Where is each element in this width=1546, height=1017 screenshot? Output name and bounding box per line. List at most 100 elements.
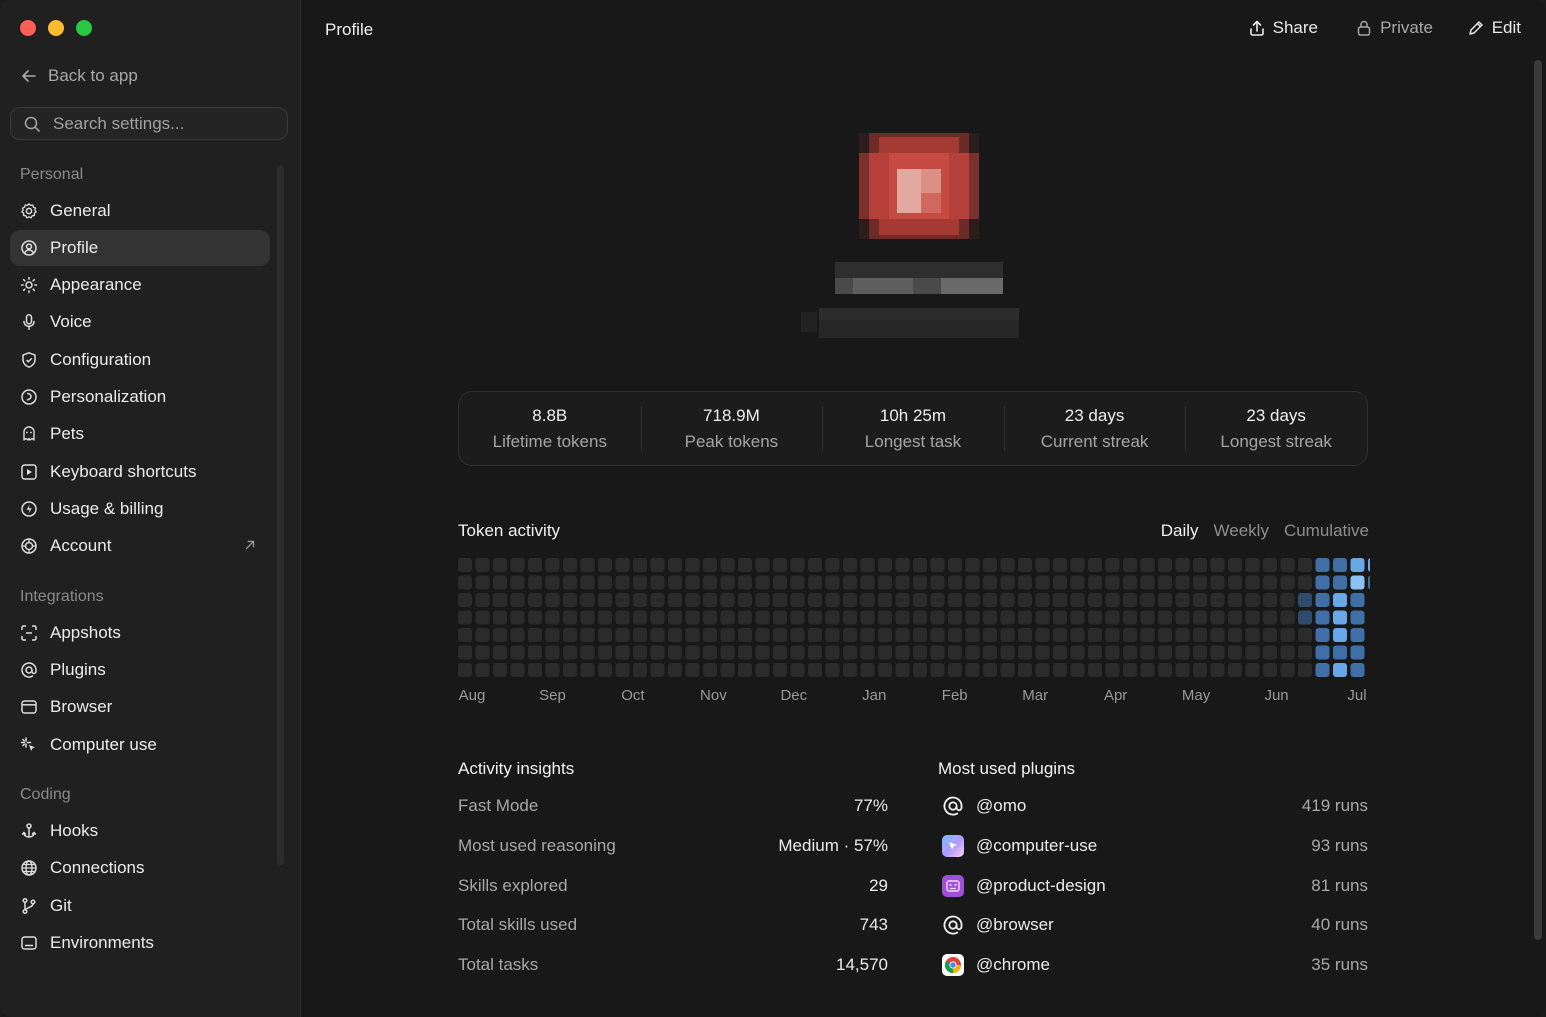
heatmap-cell [475, 593, 490, 607]
month-label: Aug [458, 687, 486, 704]
tab-cumulative[interactable]: Cumulative [1284, 521, 1369, 541]
sidebar-item-label: Configuration [50, 350, 152, 369]
heatmap-cell [598, 558, 612, 572]
heatmap-cell [1158, 628, 1172, 642]
search-input[interactable] [51, 112, 275, 135]
heatmap-cell [1070, 558, 1085, 572]
share-button[interactable]: Share [1248, 18, 1318, 38]
sidebar-item-connections[interactable]: Connections [10, 850, 270, 886]
keyboard-icon [21, 464, 37, 480]
stat-longest-streak: 23 days Longest streak [1185, 392, 1367, 465]
sidebar-item-label: Appshots [50, 623, 121, 642]
back-to-app-label: Back to app [48, 66, 138, 85]
close-window-button[interactable] [20, 20, 36, 36]
sidebar-item-personalization[interactable]: Personalization [10, 379, 270, 415]
token-activity-tabs: Daily Weekly Cumulative [1161, 521, 1369, 541]
heatmap-cell [1105, 663, 1120, 677]
sidebar-item-profile[interactable]: Profile [10, 230, 270, 266]
month-label: Jan [862, 687, 887, 704]
edit-button[interactable]: Edit [1467, 18, 1521, 38]
heatmap-cell [580, 558, 595, 572]
heatmap-cell [1210, 628, 1225, 642]
settings-search[interactable] [10, 107, 288, 140]
heatmap-cell [528, 575, 542, 590]
plugin-row-computer-use[interactable]: @computer-use 93 runs [942, 835, 1368, 857]
heatmap-cell [720, 645, 735, 660]
heatmap-cell [1333, 575, 1347, 590]
main-scrollbar[interactable] [1534, 60, 1542, 940]
heatmap-cell [1263, 558, 1277, 572]
sidebar-item-pets[interactable]: Pets [10, 416, 270, 452]
insight-row-reasoning: Most used reasoning Medium · 57% [458, 835, 888, 857]
heatmap-cell [738, 663, 752, 677]
sidebar-item-account[interactable]: Account [10, 528, 270, 564]
sidebar-item-voice[interactable]: Voice [10, 304, 270, 340]
sidebar-item-plugins[interactable]: Plugins [10, 652, 270, 688]
sidebar-scrollbar[interactable] [277, 165, 284, 865]
sidebar-item-usage-billing[interactable]: Usage & billing [10, 491, 270, 527]
heatmap-cell [720, 593, 735, 607]
plugin-row-omo[interactable]: @omo 419 runs [942, 795, 1368, 817]
sidebar-item-hooks[interactable]: Hooks [10, 813, 270, 849]
heatmap-cell [1228, 645, 1242, 660]
heatmap-cell [580, 663, 595, 677]
sidebar-item-git[interactable]: Git [10, 888, 270, 924]
insight-value: 29 [869, 876, 888, 895]
sidebar-item-label: Profile [50, 238, 99, 257]
sidebar-item-configuration[interactable]: Configuration [10, 342, 270, 378]
heatmap-cell [1333, 663, 1347, 677]
section-personal: Personal [20, 166, 84, 183]
heatmap-cell [1158, 575, 1172, 590]
heatmap-cell [475, 558, 490, 572]
heatmap-cell [1315, 593, 1330, 607]
sidebar-item-label: Browser [50, 697, 113, 716]
sidebar: Back to app Personal General Profile App… [0, 0, 301, 1017]
sidebar-item-label: Keyboard shortcuts [50, 462, 197, 481]
heatmap-cell [475, 663, 490, 677]
heatmap-cell [1175, 610, 1190, 625]
heatmap-cell [1315, 610, 1330, 625]
back-to-app-link[interactable]: Back to app [20, 66, 138, 86]
heatmap-cell [843, 645, 857, 660]
heatmap-cell [1088, 593, 1102, 607]
heatmap-cell [650, 593, 665, 607]
stat-label: Longest task [864, 431, 962, 451]
heatmap-cell [1123, 610, 1137, 625]
tab-daily[interactable]: Daily [1161, 521, 1199, 541]
heatmap-cell [633, 645, 647, 660]
private-button[interactable]: Private [1355, 18, 1433, 38]
sidebar-item-browser[interactable]: Browser [10, 689, 270, 725]
heatmap-cell [1210, 663, 1225, 677]
heatmap-cell [475, 628, 490, 642]
heatmap-cell [930, 628, 945, 642]
sidebar-item-computer-use[interactable]: Computer use [10, 727, 270, 763]
insight-value: 14,570 [836, 955, 888, 974]
globe-icon [21, 860, 37, 876]
zoom-window-button[interactable] [76, 20, 92, 36]
heatmap-cell [895, 663, 910, 677]
sidebar-item-environments[interactable]: Environments [10, 925, 270, 961]
heatmap-cell [1193, 663, 1207, 677]
account-icon [21, 538, 37, 554]
heatmap-cell [895, 575, 910, 590]
heatmap-cell [510, 593, 525, 607]
insight-value: Medium · 57% [778, 836, 888, 855]
heatmap-cell [983, 610, 997, 625]
sidebar-item-appearance[interactable]: Appearance [10, 267, 270, 303]
sidebar-item-appshots[interactable]: Appshots [10, 615, 270, 651]
minimize-window-button[interactable] [48, 20, 64, 36]
heatmap-cell [790, 663, 805, 677]
plugin-row-chrome[interactable]: @chrome 35 runs [942, 954, 1368, 976]
heatmap-cell [458, 593, 472, 607]
product-design-plugin-icon [942, 875, 964, 897]
sidebar-item-general[interactable]: General [10, 193, 270, 229]
tab-weekly[interactable]: Weekly [1214, 521, 1269, 541]
month-label: Apr [1103, 687, 1128, 704]
plugin-row-product-design[interactable]: @product-design 81 runs [942, 875, 1368, 897]
plugin-row-browser[interactable]: @browser 40 runs [942, 914, 1368, 936]
avatar[interactable] [849, 123, 989, 249]
window-controls [20, 20, 92, 36]
heatmap-cell [598, 610, 612, 625]
heatmap-cell [1105, 628, 1120, 642]
sidebar-item-keyboard-shortcuts[interactable]: Keyboard shortcuts [10, 454, 270, 490]
